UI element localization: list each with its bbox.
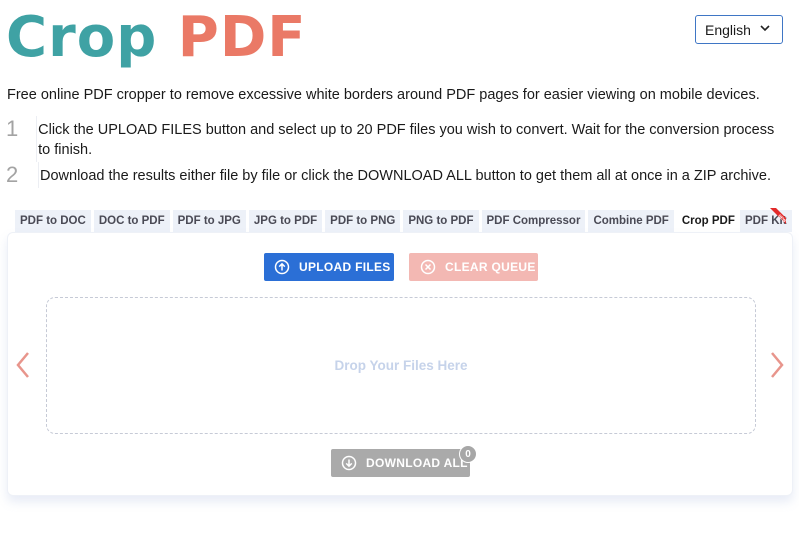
steps-list: 1 Click the UPLOAD FILES button and sele…	[6, 116, 786, 188]
download-count-badge: 0	[459, 445, 477, 463]
drop-zone-label: Drop Your Files Here	[334, 358, 468, 373]
clear-queue-label: CLEAR QUEUE	[445, 260, 536, 274]
step-item: 1 Click the UPLOAD FILES button and sele…	[6, 116, 786, 162]
step-number: 2	[6, 162, 39, 188]
tab-jpg-to-pdf[interactable]: JPG to PDF	[248, 210, 323, 232]
logo: Crop PDF	[6, 6, 307, 70]
language-select-value: English	[705, 21, 751, 38]
new-ribbon-icon: NEW	[770, 208, 786, 224]
page-description: Free online PDF cropper to remove excess…	[7, 87, 760, 103]
step-text: Download the results either file by file…	[40, 168, 771, 184]
download-all-button[interactable]: DOWNLOAD ALL	[331, 449, 470, 477]
clear-icon	[420, 259, 436, 275]
clear-queue-button[interactable]: CLEAR QUEUE	[409, 253, 538, 281]
carousel-prev-arrow-icon[interactable]	[15, 351, 31, 379]
tab-doc-to-pdf[interactable]: DOC to PDF	[93, 210, 170, 232]
drop-zone[interactable]: Drop Your Files Here	[46, 297, 756, 434]
step-item: 2 Download the results either file by fi…	[6, 162, 786, 188]
download-all-label: DOWNLOAD ALL	[366, 456, 468, 470]
chevron-down-icon	[760, 25, 770, 32]
tab-pdf-to-jpg[interactable]: PDF to JPG	[172, 210, 246, 232]
upload-files-button[interactable]: UPLOAD FILES	[264, 253, 394, 281]
tab-crop-pdf[interactable]: Crop PDF	[676, 210, 740, 232]
tab-pdf-to-png[interactable]: PDF to PNG	[325, 210, 401, 232]
tab-pdf-compressor[interactable]: PDF Compressor	[481, 210, 586, 232]
step-text: Click the UPLOAD FILES button and select…	[38, 122, 775, 158]
tab-combine-pdf[interactable]: Combine PDF	[588, 210, 674, 232]
logo-word-pdf: PDF	[177, 5, 307, 70]
logo-word-crop: Crop	[6, 5, 158, 70]
language-select[interactable]: English	[695, 15, 783, 44]
tab-png-to-pdf[interactable]: PNG to PDF	[403, 210, 479, 232]
tab-pdf-to-doc[interactable]: PDF to DOC	[15, 210, 91, 232]
download-icon	[341, 455, 357, 471]
upload-files-label: UPLOAD FILES	[299, 260, 391, 274]
ribbon-label: NEW	[777, 213, 786, 223]
tool-tabs: PDF to DOC DOC to PDF PDF to JPG JPG to …	[15, 210, 743, 232]
carousel-next-arrow-icon[interactable]	[769, 351, 785, 379]
step-number: 1	[6, 116, 38, 162]
upload-icon	[274, 259, 290, 275]
